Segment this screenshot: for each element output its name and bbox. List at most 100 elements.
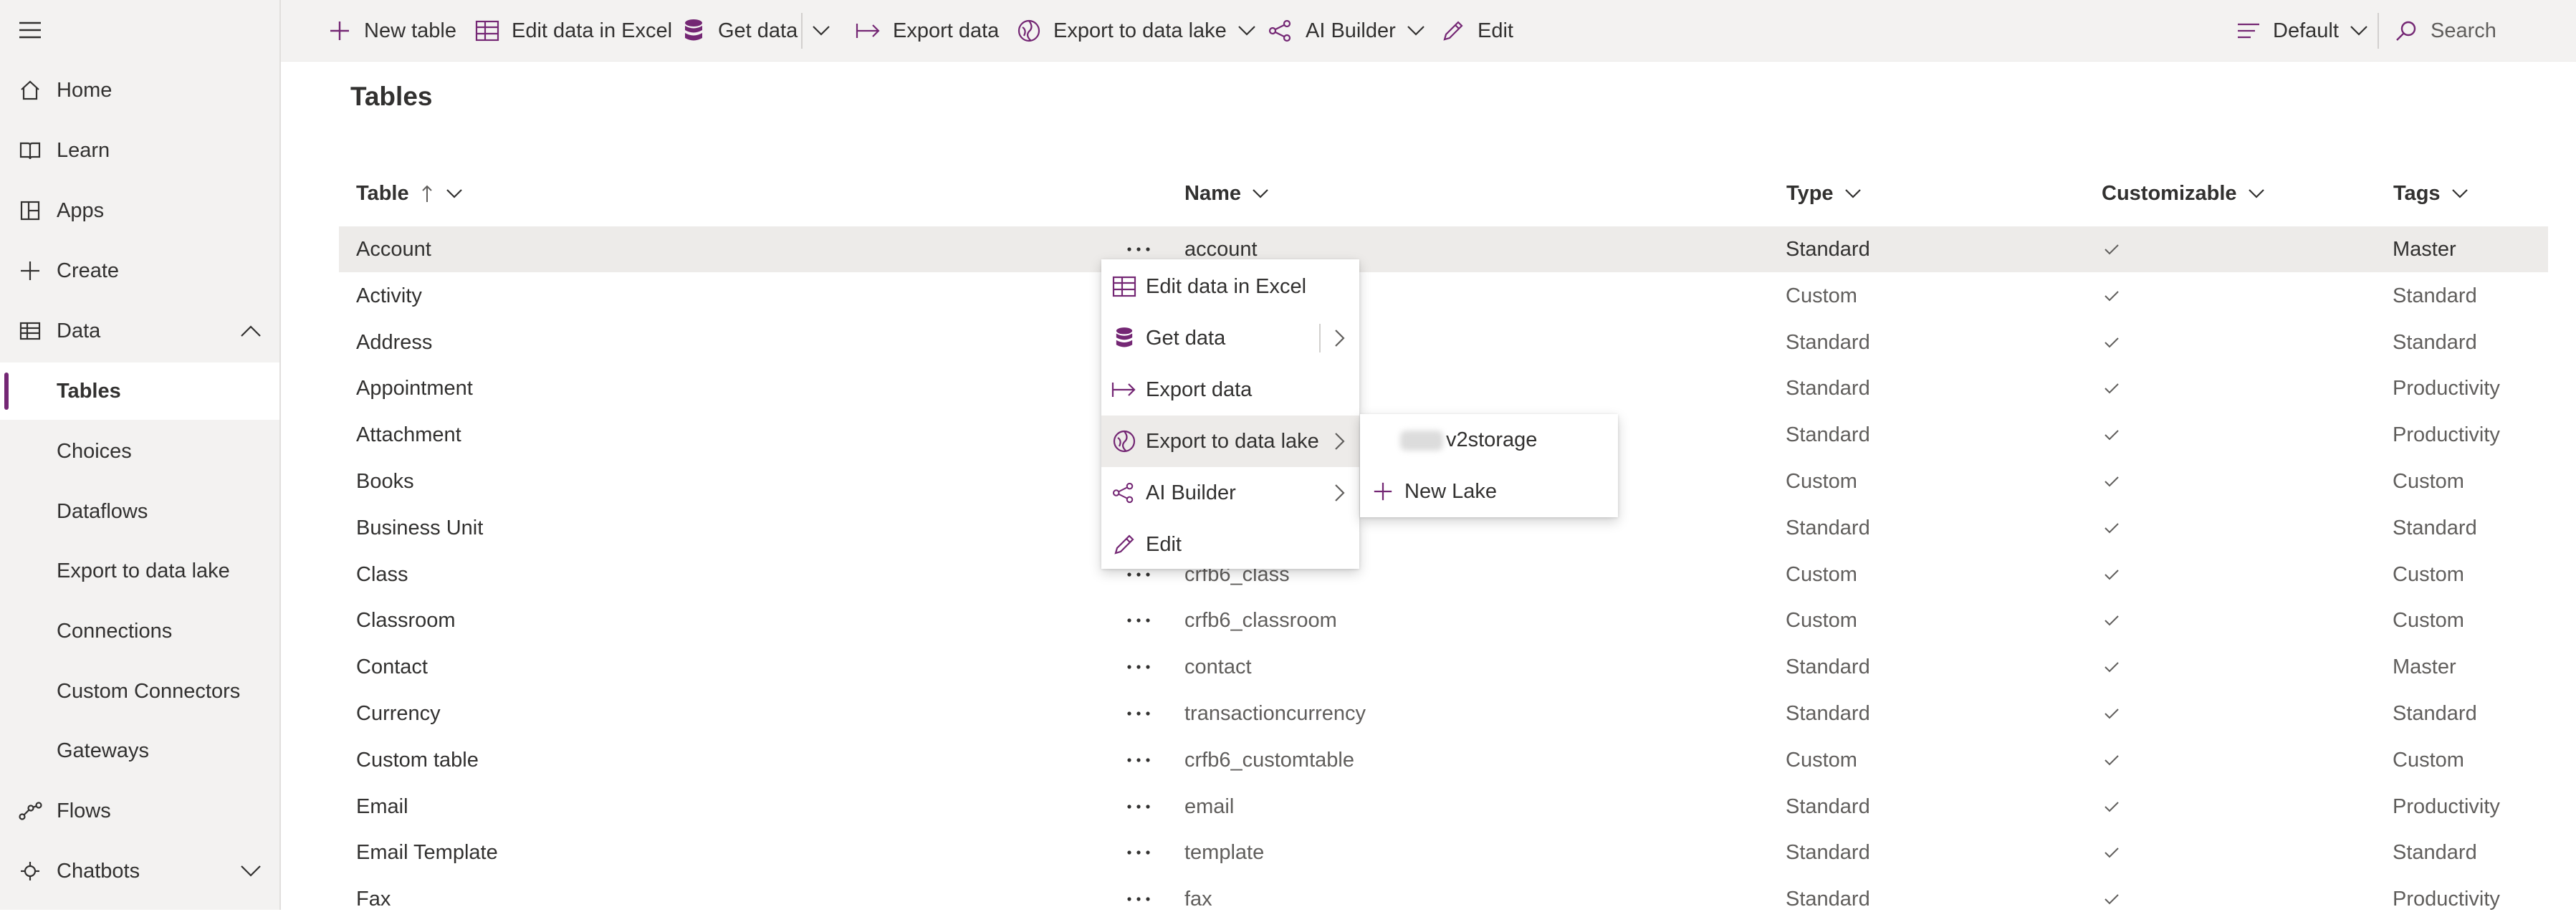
cell-table[interactable]: Custom table [356,737,479,783]
more-options-icon[interactable] [1113,784,1164,830]
search-box[interactable]: Search [2393,0,2496,62]
chevron-down-icon [1251,184,1270,203]
more-options-icon[interactable] [1113,597,1164,643]
new-table-button[interactable]: New table [327,0,456,62]
nav-label: Tables [57,379,121,403]
export-icon [1111,377,1137,403]
table-row[interactable]: Appointment Standard Productivity [339,365,2548,411]
table-row[interactable]: Address Standard Standard [339,320,2548,365]
chevron-right-icon[interactable] [1329,328,1349,348]
menu-item-label: Edit [1146,532,1182,556]
cell-table[interactable]: Attachment [356,412,461,458]
cell-table[interactable]: Contact [356,644,428,690]
menu-item-get-data[interactable]: Get data [1101,312,1359,364]
get-data-dropdown-button[interactable] [811,0,831,62]
cell-table[interactable]: Business Unit [356,505,483,551]
menu-item-ai-builder[interactable]: AI Builder [1101,467,1359,519]
chevron-up-icon[interactable] [239,320,262,342]
nav-item-create[interactable]: Create [0,242,279,299]
left-navigation: Home Learn Apps Create Data Tables Choic… [0,0,281,910]
view-list-icon [2236,18,2261,44]
menu-item-storage-account[interactable]: v2storage [1360,414,1618,466]
ai-builder-button[interactable]: AI Builder [1268,0,1426,62]
table-row[interactable]: Custom table crfb6_customtable Custom Custo… [339,737,2548,783]
menu-item-export-to-data-lake[interactable]: Export to data lake [1101,416,1359,467]
nav-item-flows[interactable]: Flows [0,782,279,840]
nav-item-data[interactable]: Data [0,302,279,360]
edit-data-in-excel-button[interactable]: Edit data in Excel [474,0,672,62]
cell-tags: Productivity [2393,794,2500,818]
cell-table[interactable]: Books [356,458,414,504]
export-data-button[interactable]: Export data [856,0,999,62]
menu-item-edit-data-in-excel[interactable]: Edit data in Excel [1101,261,1359,312]
nav-label: Custom Connectors [57,679,241,703]
cell-type: Standard [1786,656,1870,679]
table-row[interactable]: Activity Custom Standard [339,273,2548,319]
edit-button[interactable]: Edit [1440,0,1513,62]
table-row[interactable]: Contact contact Standard Master [339,644,2548,690]
column-header-name[interactable]: Name [1184,179,1270,208]
checkmark-icon [2100,505,2123,551]
menu-item-new-lake[interactable]: New Lake [1360,466,1618,517]
flow-icon [17,798,43,824]
row-context-menu: Edit data in Excel Get data Export data … [1101,259,1359,569]
table-row[interactable]: Email Template template Standard Standard [339,830,2548,875]
chevron-down-icon[interactable] [239,860,262,883]
export-to-data-lake-button[interactable]: Export to data lake [1016,0,1257,62]
ai-builder-icon [1268,18,1294,44]
excel-icon [1111,274,1137,299]
more-options-icon[interactable] [1113,644,1164,690]
column-header-customizable[interactable]: Customizable [2102,179,2266,208]
nav-item-choices[interactable]: Choices [0,423,279,480]
nav-item-home[interactable]: Home [0,62,279,119]
column-header-table[interactable]: Table [356,179,464,208]
cell-table[interactable]: Currency [356,691,441,736]
nav-item-gateways[interactable]: Gateways [0,722,279,779]
cell-tags: Custom [2393,748,2464,772]
table-row[interactable]: Currency transactioncurrency Standard Stand… [339,691,2548,736]
more-options-icon[interactable] [1113,876,1164,922]
more-options-icon[interactable] [1113,737,1164,783]
edit-data-in-excel-label: Edit data in Excel [512,19,673,42]
menu-item-edit[interactable]: Edit [1101,519,1359,570]
nav-item-export-to-data-lake[interactable]: Export to data lake [0,542,279,600]
get-data-button[interactable]: Get data [681,0,798,62]
nav-label: Apps [57,198,105,222]
cell-table[interactable]: Account [356,226,431,272]
chevron-right-icon [1329,483,1349,503]
nav-item-learn[interactable]: Learn [0,122,279,179]
nav-label: Flows [57,799,111,822]
cell-table[interactable]: Appointment [356,365,473,411]
table-row[interactable]: Classroom crfb6_classroom Custom Custom [339,597,2548,643]
cell-table[interactable]: Fax [356,876,391,922]
table-row[interactable]: Fax fax Standard Productivity [339,876,2548,922]
view-selector-button[interactable]: Default [2236,0,2369,62]
nav-item-custom-connectors[interactable]: Custom Connectors [0,663,279,720]
nav-item-tables[interactable]: Tables [0,362,279,420]
cell-name: crfb6_classroom [1184,609,1337,633]
cell-table[interactable]: Classroom [356,597,456,643]
table-row[interactable]: Class crfb6_class Custom Custom [339,552,2548,597]
column-header-type[interactable]: Type [1786,179,1862,208]
checkmark-icon [2100,552,2123,597]
more-options-icon[interactable] [1113,830,1164,875]
cell-table[interactable]: Email Template [356,830,498,875]
cell-table[interactable]: Class [356,552,408,597]
cell-table[interactable]: Email [356,784,408,830]
menu-item-label: Export to data lake [1146,429,1319,453]
hamburger-menu-icon[interactable] [16,16,44,44]
storage-account-label: v2storage [1400,428,1537,452]
nav-item-dataflows[interactable]: Dataflows [0,483,279,540]
checkmark-icon [2100,597,2123,643]
storage-account-name: v2storage [1446,428,1538,451]
cell-table[interactable]: Address [356,320,432,365]
more-options-icon[interactable] [1113,691,1164,736]
nav-item-connections[interactable]: Connections [0,602,279,660]
table-row[interactable]: Account account Standard Master [339,226,2548,272]
cell-table[interactable]: Activity [356,273,422,319]
table-row[interactable]: Email email Standard Productivity [339,784,2548,830]
menu-item-export-data[interactable]: Export data [1101,364,1359,416]
nav-item-apps[interactable]: Apps [0,182,279,239]
nav-item-chatbots[interactable]: Chatbots [0,842,279,900]
column-header-tags[interactable]: Tags [2393,179,2469,208]
